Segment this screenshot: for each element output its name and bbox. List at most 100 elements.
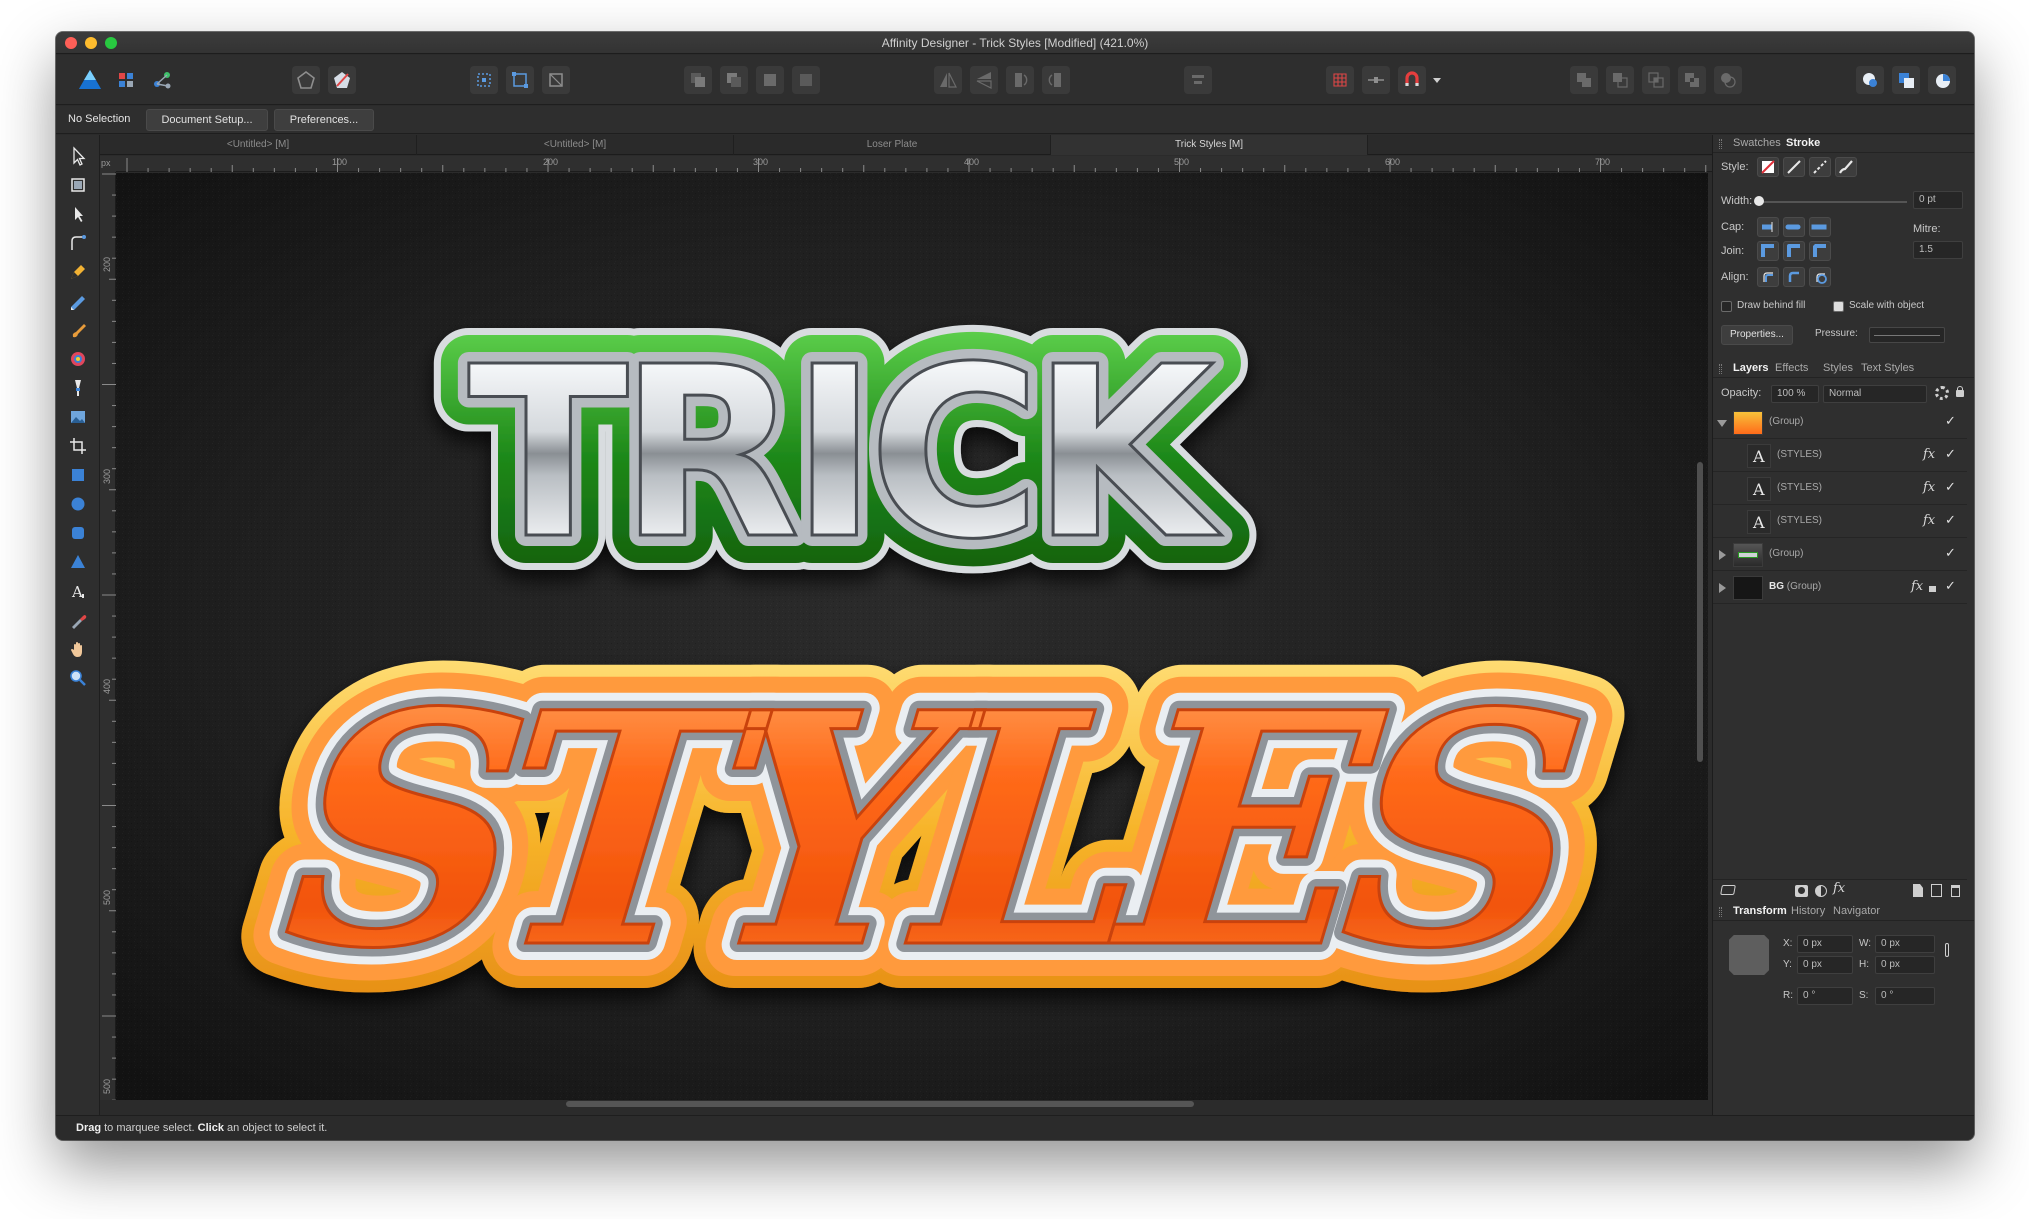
layer-disclosure-icon[interactable] — [1717, 420, 1727, 427]
tab-navigator[interactable]: Navigator — [1833, 905, 1880, 917]
snapping-options-icon[interactable] — [1362, 66, 1390, 94]
transform-shear-field[interactable]: 0 ° — [1875, 987, 1935, 1005]
arrange-front-icon[interactable] — [792, 66, 820, 94]
vertical-scrollbar[interactable] — [1697, 462, 1703, 762]
layer-locked-icon[interactable] — [1929, 586, 1936, 592]
move-tool-icon[interactable] — [64, 143, 92, 169]
doc-tab-untitled-2[interactable]: <Untitled> [M] — [417, 135, 734, 155]
lock-aspect-ratio-icon[interactable] — [1945, 943, 1949, 957]
insert-behind-icon[interactable] — [1892, 66, 1920, 94]
artboard-tool-icon[interactable] — [64, 172, 92, 198]
join-round-icon[interactable] — [1783, 241, 1805, 261]
ellipse-tool-icon[interactable] — [64, 491, 92, 517]
mode-pixel-icon[interactable] — [328, 66, 356, 94]
selection-box-icon[interactable] — [542, 66, 570, 94]
cap-round-icon[interactable] — [1783, 217, 1805, 237]
boolean-divide-icon[interactable] — [1714, 66, 1742, 94]
doc-tab-trick-styles[interactable]: Trick Styles [M] — [1051, 135, 1368, 155]
place-image-tool-icon[interactable] — [64, 404, 92, 430]
transform-w-field[interactable]: 0 px — [1875, 935, 1935, 953]
document-setup-button[interactable]: Document Setup... — [146, 109, 268, 131]
color-picker-tool-icon[interactable] — [64, 607, 92, 633]
doc-tab-untitled-1[interactable]: <Untitled> [M] — [100, 135, 417, 155]
layer-row[interactable]: BG (Group) fx ✓ — [1713, 572, 1967, 604]
cap-square-icon[interactable] — [1809, 217, 1831, 237]
transform-x-field[interactable]: 0 px — [1797, 935, 1853, 953]
align-icon[interactable] — [1184, 66, 1212, 94]
layer-row[interactable]: (Group) ✓ — [1713, 407, 1967, 439]
delete-layer-icon[interactable] — [1951, 885, 1960, 897]
tab-stroke[interactable]: Stroke — [1786, 137, 1820, 149]
ruler-horizontal[interactable]: px 100 200 300 400 500 600 700 — [101, 156, 1760, 172]
styles-text-group[interactable]: STYLES STYLES STYLES STYLES STYLES — [228, 598, 1634, 1064]
arrange-backward-icon[interactable] — [720, 66, 748, 94]
boolean-subtract-icon[interactable] — [1606, 66, 1634, 94]
opacity-field[interactable]: 100 % — [1771, 385, 1819, 403]
duplicate-layer-icon[interactable] — [1931, 884, 1942, 897]
stroke-properties-button[interactable]: Properties... — [1721, 325, 1793, 345]
layer-row[interactable]: A (STYLES) fx ✓ — [1713, 506, 1967, 538]
cap-butt-icon[interactable] — [1757, 217, 1779, 237]
stroke-style-dash-icon[interactable] — [1809, 157, 1831, 177]
insert-inside-icon[interactable] — [1856, 66, 1884, 94]
export-persona-icon[interactable] — [148, 66, 176, 94]
transparency-tool-icon[interactable] — [64, 375, 92, 401]
tab-transform[interactable]: Transform — [1733, 905, 1787, 917]
doc-tab-loser-plate[interactable]: Loser Plate — [734, 135, 1051, 155]
add-layer-icon[interactable] — [1913, 884, 1923, 897]
pencil-tool-icon[interactable] — [64, 288, 92, 314]
anchor-selector[interactable] — [1729, 935, 1769, 975]
layer-effects-icon[interactable]: fx — [1923, 480, 1935, 495]
align-inside-icon[interactable] — [1757, 267, 1779, 287]
tab-styles[interactable]: Styles — [1823, 362, 1853, 374]
triangle-tool-icon[interactable] — [64, 549, 92, 575]
zoom-tool-icon[interactable] — [64, 665, 92, 691]
stroke-style-none-icon[interactable] — [1757, 157, 1779, 177]
stroke-style-solid-icon[interactable] — [1783, 157, 1805, 177]
rotate-right-icon[interactable] — [1042, 66, 1070, 94]
transform-y-field[interactable]: 0 px — [1797, 956, 1853, 974]
pixel-persona-icon[interactable] — [112, 66, 140, 94]
layer-row[interactable]: A (STYLES) fx ✓ — [1713, 473, 1967, 505]
layer-visibility-checkmark[interactable]: ✓ — [1945, 512, 1956, 528]
join-mitre-icon[interactable] — [1757, 241, 1779, 261]
layer-effects-icon[interactable]: fx — [1911, 579, 1923, 594]
flip-horizontal-icon[interactable] — [934, 66, 962, 94]
stroke-mitre-field[interactable]: 1.5 — [1913, 241, 1963, 259]
arrange-forward-icon[interactable] — [756, 66, 784, 94]
layer-visibility-checkmark[interactable]: ✓ — [1945, 446, 1956, 462]
transform-origin-icon[interactable] — [470, 66, 498, 94]
vector-brush-tool-icon[interactable] — [64, 317, 92, 343]
join-bevel-icon[interactable] — [1809, 241, 1831, 261]
layer-effects-icon[interactable]: fx — [1923, 447, 1935, 462]
layer-disclosure-icon[interactable] — [1719, 550, 1726, 560]
tab-text-styles[interactable]: Text Styles — [1861, 362, 1914, 374]
layer-visibility-checkmark[interactable]: ✓ — [1945, 413, 1956, 429]
crop-tool-icon[interactable] — [64, 433, 92, 459]
view-hand-tool-icon[interactable] — [64, 636, 92, 662]
trick-text-group[interactable]: TRICK TRICK TRICK TRICK — [433, 281, 1268, 626]
transform-rotation-field[interactable]: 0 ° — [1797, 987, 1853, 1005]
boolean-add-icon[interactable] — [1570, 66, 1598, 94]
align-outside-icon[interactable] — [1809, 267, 1831, 287]
scale-with-object-checkbox[interactable] — [1833, 301, 1844, 312]
align-center-icon[interactable] — [1783, 267, 1805, 287]
layer-row[interactable]: (Group) ✓ — [1713, 539, 1967, 571]
corner-tool-icon[interactable] — [64, 230, 92, 256]
transform-h-field[interactable]: 0 px — [1875, 956, 1935, 974]
snapping-magnet-icon[interactable] — [1398, 66, 1426, 94]
design-canvas[interactable]: TRICK TRICK TRICK TRICK STYLES STYLES ST… — [116, 173, 1708, 1100]
insert-top-icon[interactable] — [1928, 66, 1956, 94]
stroke-style-brush-icon[interactable] — [1835, 157, 1857, 177]
tab-effects[interactable]: Effects — [1775, 362, 1808, 374]
rectangle-tool-icon[interactable] — [64, 462, 92, 488]
fill-tool-icon[interactable] — [64, 346, 92, 372]
boolean-xor-icon[interactable] — [1678, 66, 1706, 94]
stroke-width-slider[interactable] — [1757, 201, 1907, 203]
panel-grip[interactable] — [1719, 139, 1722, 149]
stroke-width-slider-knob[interactable] — [1754, 196, 1764, 206]
node-tool-icon[interactable] — [64, 201, 92, 227]
add-mask-icon[interactable] — [1795, 885, 1808, 897]
stroke-width-field[interactable]: 0 pt — [1913, 191, 1963, 209]
pressure-graph[interactable] — [1869, 327, 1945, 343]
